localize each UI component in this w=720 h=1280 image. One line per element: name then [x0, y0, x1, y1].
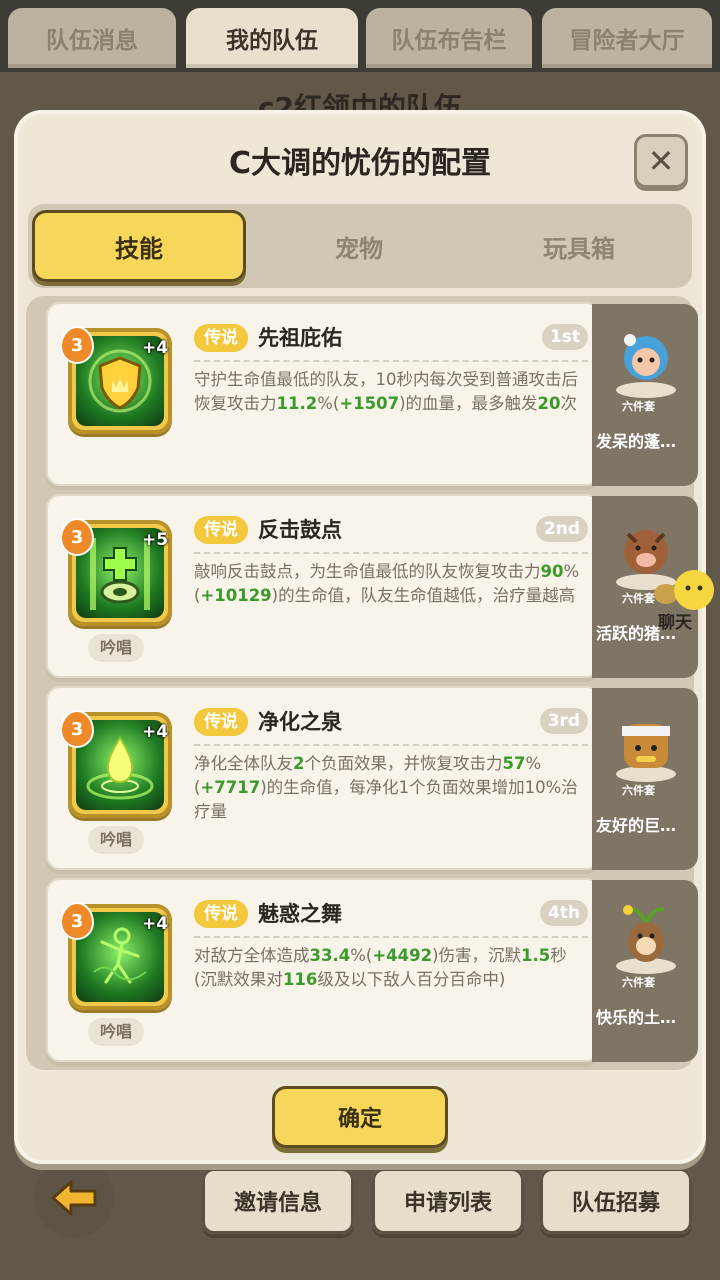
divider: [194, 936, 588, 938]
rarity-badge: 传说: [194, 516, 248, 544]
chant-tag: 吟唱: [88, 826, 144, 854]
tab-my-team[interactable]: 我的队伍: [186, 8, 358, 68]
pet-slot[interactable]: 六件套 发呆的蓬…: [592, 304, 698, 486]
skill-card[interactable]: 3 +5 吟唱 传说 反击鼓点 2nd 敲响反击鼓点，为生命值最低的队友恢复攻击…: [46, 494, 600, 678]
rank-badge: 2nd: [535, 516, 588, 542]
rank-badge: 1st: [541, 324, 588, 350]
skill-name: 魅惑之舞: [258, 902, 342, 926]
skill-name: 先祖庇佑: [258, 326, 342, 350]
skill-plus-label: +4: [142, 338, 169, 358]
skill-description: 守护生命值最低的队友，10秒内每次受到普通攻击后恢复攻击力11.2%(+1507…: [194, 370, 578, 413]
skill-plus-label: +4: [142, 722, 169, 742]
skill-card[interactable]: 3 +4 吟唱 传说 净化之泉 3rd 净化全体队友2个负面效果，并恢复攻击力5…: [46, 686, 600, 870]
pet-set-tag: 六件套: [622, 592, 655, 605]
pet-name: 发呆的蓬…: [596, 432, 677, 451]
tab-skills[interactable]: 技能: [32, 210, 246, 282]
skill-description: 对敌方全体造成33.4%(+4492)伤害，沉默1.5秒(沉默效果对116级及以…: [194, 946, 567, 989]
skill-plus-label: +4: [142, 914, 169, 934]
confirm-button[interactable]: 确定: [272, 1086, 448, 1148]
skill-card[interactable]: 3 +4 传说 先祖庇佑 1st 守护生命值最低的队友，10秒内每次受到普通攻击…: [46, 302, 600, 486]
skill-level-badge: 3: [62, 712, 92, 746]
skill-card[interactable]: 3 +4 吟唱 传说 魅惑之舞 4th 对敌方全体造成33.4%(+4492)伤…: [46, 878, 600, 1062]
divider: [194, 552, 588, 554]
close-button[interactable]: ✕: [634, 134, 688, 188]
back-arrow-icon: [51, 1180, 97, 1216]
pet-name: 快乐的土…: [596, 1008, 677, 1027]
modal-title: C大调的忧伤的配置: [228, 146, 492, 181]
pet-name: 友好的巨…: [596, 816, 677, 835]
pet-set-tag: 六件套: [622, 400, 655, 413]
tab-pets[interactable]: 宠物: [252, 210, 466, 282]
chant-tag: 吟唱: [88, 1018, 144, 1046]
back-button[interactable]: [34, 1158, 114, 1238]
tab-team-messages[interactable]: 队伍消息: [8, 8, 176, 68]
giant-pet-avatar: [616, 724, 676, 782]
skill-list[interactable]: 3 +4 传说 先祖庇佑 1st 守护生命值最低的队友，10秒内每次受到普通攻击…: [26, 296, 698, 1070]
skill-name: 反击鼓点: [258, 518, 342, 542]
close-icon: ✕: [647, 142, 675, 180]
skill-description: 净化全体队友2个负面效果，并恢复攻击力57%(+7717)的生命值，每净化1个负…: [194, 754, 578, 821]
skill-description: 敲响反击鼓点，为生命值最低的队友恢复攻击力90%(+10129)的生命值，队友生…: [194, 562, 580, 605]
pet-slot[interactable]: 六件套 友好的巨…: [592, 688, 698, 870]
skill-level-badge: 3: [62, 904, 92, 938]
chant-tag: 吟唱: [88, 634, 144, 662]
team-recruit-button[interactable]: 队伍招募: [540, 1168, 692, 1234]
skill-level-badge: 3: [62, 328, 92, 362]
skill-level-badge: 3: [62, 520, 92, 554]
rarity-badge: 传说: [194, 324, 248, 352]
rarity-badge: 传说: [194, 900, 248, 928]
pet-set-tag: 六件套: [622, 976, 655, 989]
skill-plus-label: +5: [142, 530, 169, 550]
rank-badge: 3rd: [539, 708, 588, 734]
rarity-badge: 传说: [194, 708, 248, 736]
chat-label: 聊天: [658, 613, 692, 633]
rank-badge: 4th: [539, 900, 588, 926]
application-list-button[interactable]: 申请列表: [372, 1168, 524, 1234]
skill-name: 净化之泉: [258, 710, 342, 734]
pet-slot[interactable]: 六件套 快乐的土…: [592, 880, 698, 1062]
divider: [194, 744, 588, 746]
mole-pet-avatar: [616, 905, 676, 974]
tab-team-board[interactable]: 队伍布告栏: [366, 8, 532, 68]
config-modal: C大调的忧伤的配置 ✕ 技能 宠物 玩具箱 3 +4 传说 先祖庇佑 1st 守…: [14, 110, 706, 1164]
tab-toybox[interactable]: 玩具箱: [472, 210, 686, 282]
pet-set-tag: 六件套: [622, 784, 655, 797]
sheep-pet-avatar: [616, 334, 676, 398]
tab-adventurer-hall[interactable]: 冒险者大厅: [542, 8, 712, 68]
divider: [194, 360, 588, 362]
config-tabs: 技能 宠物 玩具箱: [28, 204, 692, 288]
invite-info-button[interactable]: 邀请信息: [202, 1168, 354, 1234]
